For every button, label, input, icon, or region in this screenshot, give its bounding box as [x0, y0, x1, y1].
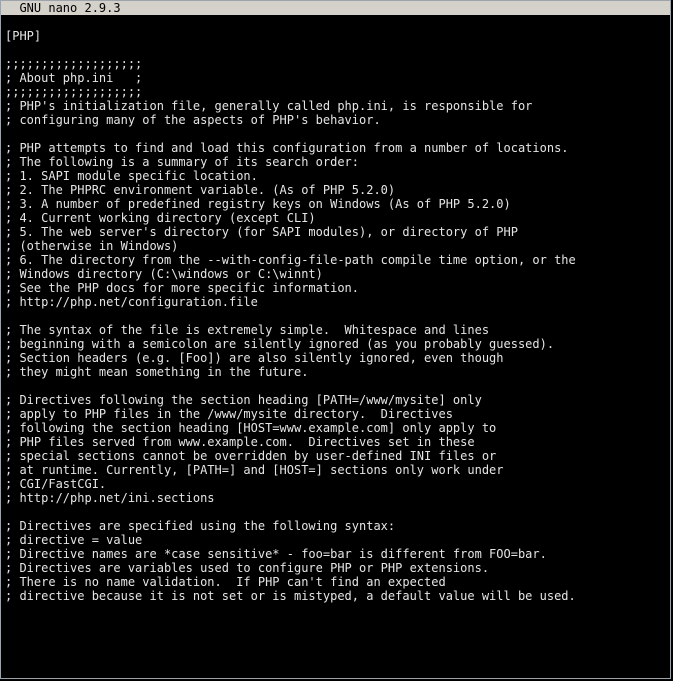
editor-line: ; 4. Current working directory (except C…: [5, 211, 666, 225]
editor-line: ; directive = value: [5, 533, 666, 547]
editor-line: ; PHP files served from www.example.com.…: [5, 435, 666, 449]
editor-line: ; at runtime. Currently, [PATH=] and [HO…: [5, 463, 666, 477]
editor-line: ; Directives are variables used to confi…: [5, 561, 666, 575]
editor-line: ; 3. A number of predefined registry key…: [5, 197, 666, 211]
editor-line: ;;;;;;;;;;;;;;;;;;;: [5, 57, 666, 71]
editor-line: ; beginning with a semicolon are silentl…: [5, 337, 666, 351]
editor-line: ; configuring many of the aspects of PHP…: [5, 113, 666, 127]
editor-line: ; Directives following the section headi…: [5, 393, 666, 407]
editor-line: [5, 127, 666, 141]
editor-line: ; Directives are specified using the fol…: [5, 519, 666, 533]
editor-titlebar: GNU nano 2.9.3: [1, 1, 670, 15]
editor-line: ; http://php.net/configuration.file: [5, 295, 666, 309]
editor-line: ; See the PHP docs for more specific inf…: [5, 281, 666, 295]
editor-line: ; There is no name validation. If PHP ca…: [5, 575, 666, 589]
editor-line: [PHP]: [5, 29, 666, 43]
editor-line: ; About php.ini ;: [5, 71, 666, 85]
terminal-window: GNU nano 2.9.3 [PHP] ;;;;;;;;;;;;;;;;;;;…: [0, 0, 671, 679]
editor-line: ; Windows directory (C:\windows or C:\wi…: [5, 267, 666, 281]
editor-line: ; 6. The directory from the --with-confi…: [5, 253, 666, 267]
editor-line: ; The syntax of the file is extremely si…: [5, 323, 666, 337]
editor-line: ; 2. The PHPRC environment variable. (As…: [5, 183, 666, 197]
editor-line: ; PHP attempts to find and load this con…: [5, 141, 666, 155]
editor-line: ; http://php.net/ini.sections: [5, 491, 666, 505]
editor-line: [5, 15, 666, 29]
editor-line: ; Directive names are *case sensitive* -…: [5, 547, 666, 561]
editor-line: [5, 43, 666, 57]
editor-content[interactable]: [PHP] ;;;;;;;;;;;;;;;;;;;; About php.ini…: [1, 15, 670, 617]
editor-line: ; apply to PHP files in the /www/mysite …: [5, 407, 666, 421]
editor-line: ; they might mean something in the futur…: [5, 365, 666, 379]
editor-line: [5, 505, 666, 519]
editor-line: [5, 309, 666, 323]
editor-line: ; directive because it is not set or is …: [5, 589, 666, 603]
editor-line: ; following the section heading [HOST=ww…: [5, 421, 666, 435]
editor-line: ; The following is a summary of its sear…: [5, 155, 666, 169]
editor-line: ; special sections cannot be overridden …: [5, 449, 666, 463]
editor-line: ; Section headers (e.g. [Foo]) are also …: [5, 351, 666, 365]
editor-line: ;;;;;;;;;;;;;;;;;;;: [5, 85, 666, 99]
editor-line: ; (otherwise in Windows): [5, 239, 666, 253]
editor-line: ; CGI/FastCGI.: [5, 477, 666, 491]
editor-line: ; PHP's initialization file, generally c…: [5, 99, 666, 113]
editor-line: ; 1. SAPI module specific location.: [5, 169, 666, 183]
editor-line: [5, 603, 666, 617]
editor-line: ; 5. The web server's directory (for SAP…: [5, 225, 666, 239]
editor-line: [5, 379, 666, 393]
